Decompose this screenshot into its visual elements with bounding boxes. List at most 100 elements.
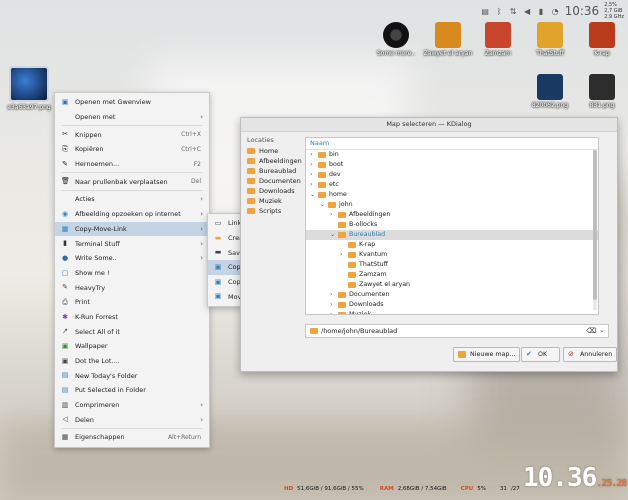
menu-item-openen-met[interactable]: Openen met ›	[55, 110, 209, 125]
tree-row-bin[interactable]: › bin	[306, 150, 598, 160]
chevron-right-icon[interactable]: ›	[330, 290, 332, 300]
menu-item-k-run-forrest[interactable]: ✱ K-Run Forrest	[55, 310, 209, 325]
menu-item-naar-prullenbak-verplaatsen[interactable]: 🗑 Naar prullenbak verplaatsen Del	[55, 174, 209, 189]
menu-item-terminal-stuff[interactable]: ▮ Terminal Stuff ›	[55, 236, 209, 251]
notifications-icon[interactable]: ◔	[551, 7, 560, 16]
chevron-down-icon[interactable]: ⌄	[599, 326, 605, 334]
folder-tree[interactable]: Naam › bin › boot › dev › etc ⌄ home ⌄ john › Afbeeld…	[305, 137, 599, 315]
volume-icon[interactable]: ◀	[523, 7, 532, 16]
desktop-icon-zawyet[interactable]: Zawyet el aryan	[420, 22, 476, 57]
place-item-downloads[interactable]: Downloads	[245, 186, 301, 196]
tree-scrollbar[interactable]	[593, 150, 597, 310]
chevron-right-icon[interactable]: ›	[330, 210, 332, 220]
tree-row-afbeeldingen[interactable]: › Afbeeldingen	[306, 210, 598, 220]
menu-item-heavytry[interactable]: ✎ HeavyTry	[55, 280, 209, 295]
menu-item-delen[interactable]: ◁ Delen ›	[55, 412, 209, 427]
menu-item-dot-the-lot[interactable]: ▣ Dot the Lot....	[55, 354, 209, 369]
desktop-icon-selected-image[interactable]: a3a63a97.png	[7, 66, 51, 111]
chevron-down-icon[interactable]: ⌄	[320, 200, 325, 210]
tray-clock[interactable]: 10:36	[565, 4, 600, 18]
menu-item-comprimeren[interactable]: ▥ Comprimeren ›	[55, 398, 209, 413]
chevron-right-icon[interactable]: ›	[310, 150, 312, 160]
menu-item-label: Comprimeren	[75, 401, 120, 410]
menu-separator	[61, 172, 203, 174]
menu-item-new-today-s-folder[interactable]: ▤ New Today's Folder	[55, 368, 209, 383]
tree-row-dev[interactable]: › dev	[306, 170, 598, 180]
tree-row-kvantum[interactable]: › Kvantum	[306, 250, 598, 260]
tree-column-header[interactable]: Naam	[306, 138, 598, 150]
tree-row-k-rap[interactable]: K-rap	[306, 240, 598, 250]
place-item-home[interactable]: Home	[245, 146, 301, 156]
place-item-muziek[interactable]: Muziek	[245, 196, 301, 206]
bluetooth-icon[interactable]: ᛒ	[495, 7, 504, 16]
tree-row-bureaublad[interactable]: ⌄ Bureaublad	[306, 230, 598, 240]
place-item-afbeeldingen[interactable]: Afbeeldingen	[245, 156, 302, 166]
tree-row-label: Zamzam	[359, 271, 387, 278]
tree-row-documenten[interactable]: › Documenten	[306, 290, 598, 300]
menu-item-shortcut: F2	[193, 160, 201, 168]
menu-item-eigenschappen[interactable]: ▦ Eigenschappen Alt+Return	[55, 430, 209, 445]
battery-icon[interactable]: ▮	[537, 7, 546, 16]
menu-item-acties[interactable]: Acties ›	[55, 192, 209, 207]
desktop-icon-some-more[interactable]: Some more..	[374, 22, 418, 57]
menu-item-openen-met-gwenview[interactable]: ▣ Openen met Gwenview	[55, 95, 209, 110]
afbeelding-opzoeken-op-internet-icon: ◉	[61, 209, 69, 218]
place-item-bureaublad[interactable]: Bureaublad	[245, 166, 301, 176]
desktop-icon-820062[interactable]: 820062.png	[528, 74, 572, 109]
chevron-down-icon[interactable]: ⌄	[310, 190, 315, 200]
menu-item-label: Hernoemen...	[75, 160, 120, 169]
tree-row-home[interactable]: ⌄ home	[306, 190, 598, 200]
folder-icon	[247, 168, 255, 174]
desktop-icon-831[interactable]: 831.png	[580, 74, 624, 109]
menu-item-kopi-ren[interactable]: ⎘ Kopiëren Ctrl+C	[55, 142, 209, 157]
folder-icon	[348, 252, 356, 258]
desktop-icon-label: 831.png	[589, 102, 615, 109]
tree-row-zawyet-el-aryan[interactable]: Zawyet el aryan	[306, 280, 598, 290]
menu-item-write-some[interactable]: ● Write Some.. ›	[55, 251, 209, 266]
menu-item-select-all-of-it[interactable]: ↗ Select All of it	[55, 324, 209, 339]
menu-item-print[interactable]: ⎙ Print	[55, 295, 209, 310]
clear-text-icon[interactable]: ⌫	[586, 327, 596, 335]
cancel-button[interactable]: ⊘ Annuleren	[563, 347, 618, 362]
menu-item-label: Terminal Stuff	[75, 239, 120, 248]
new-folder-label: Nieuwe map...	[470, 351, 516, 358]
chevron-right-icon[interactable]: ›	[310, 170, 312, 180]
tree-row-muziek[interactable]: › Muziek	[306, 310, 598, 314]
dialog-title[interactable]: Map selecteren — KDialog	[241, 118, 617, 132]
menu-item-shortcut: Ctrl+X	[181, 131, 201, 139]
heavytry-icon: ✎	[62, 283, 68, 292]
chevron-right-icon[interactable]: ›	[310, 180, 312, 190]
chevron-right-icon[interactable]: ›	[340, 250, 342, 260]
chevron-right-icon[interactable]: ›	[330, 310, 332, 314]
tree-row-etc[interactable]: › etc	[306, 180, 598, 190]
chevron-right-icon[interactable]: ›	[310, 160, 312, 170]
menu-item-label: Show me !	[75, 268, 110, 277]
place-item-documenten[interactable]: Documenten	[245, 176, 301, 186]
menu-item-knippen[interactable]: ✂ Knippen Ctrl+X	[55, 127, 209, 142]
menu-item-afbeelding-opzoeken-op-internet[interactable]: ◉ Afbeelding opzoeken op internet ›	[55, 207, 209, 222]
notes-icon[interactable]: ▤	[481, 7, 490, 16]
menu-item-put-selected-in-folder[interactable]: ▤ Put Selected in Folder	[55, 383, 209, 398]
network-icon[interactable]: ⇅	[509, 7, 518, 16]
menu-item-hernoemen[interactable]: ✎ Hernoemen... F2	[55, 157, 209, 172]
ok-button[interactable]: ✔ OK	[521, 347, 561, 362]
menu-item-copy-move-link[interactable]: ▦ Copy-Move-Link ›	[55, 221, 209, 237]
place-item-scripts[interactable]: Scripts	[245, 206, 301, 216]
chevron-right-icon[interactable]: ›	[330, 300, 332, 310]
tree-row-b-ollocks[interactable]: B-ollocks	[306, 220, 598, 230]
desktop-icon-thatstuff[interactable]: ThatStuff	[528, 22, 572, 57]
tree-row-thatstuff[interactable]: ThatStuff	[306, 260, 598, 270]
path-field[interactable]: /home/john/Bureaublad ⌫ ⌄	[305, 324, 609, 338]
scrollbar-thumb[interactable]	[593, 150, 597, 300]
desktop-icon-zamzam[interactable]: Zamzam	[476, 22, 520, 57]
chevron-down-icon[interactable]: ⌄	[330, 230, 335, 240]
path-value[interactable]: /home/john/Bureaublad	[321, 325, 397, 337]
tree-row-john[interactable]: ⌄ john	[306, 200, 598, 210]
new-folder-button[interactable]: Nieuwe map...	[453, 347, 521, 362]
tree-row-zamzam[interactable]: Zamzam	[306, 270, 598, 280]
tree-row-boot[interactable]: › boot	[306, 160, 598, 170]
menu-item-show-me[interactable]: ▢ Show me !	[55, 266, 209, 281]
menu-item-wallpaper[interactable]: ▣ Wallpaper	[55, 339, 209, 354]
desktop-icon-k-rap[interactable]: K-rap	[580, 22, 624, 57]
tree-row-downloads[interactable]: › Downloads	[306, 300, 598, 310]
